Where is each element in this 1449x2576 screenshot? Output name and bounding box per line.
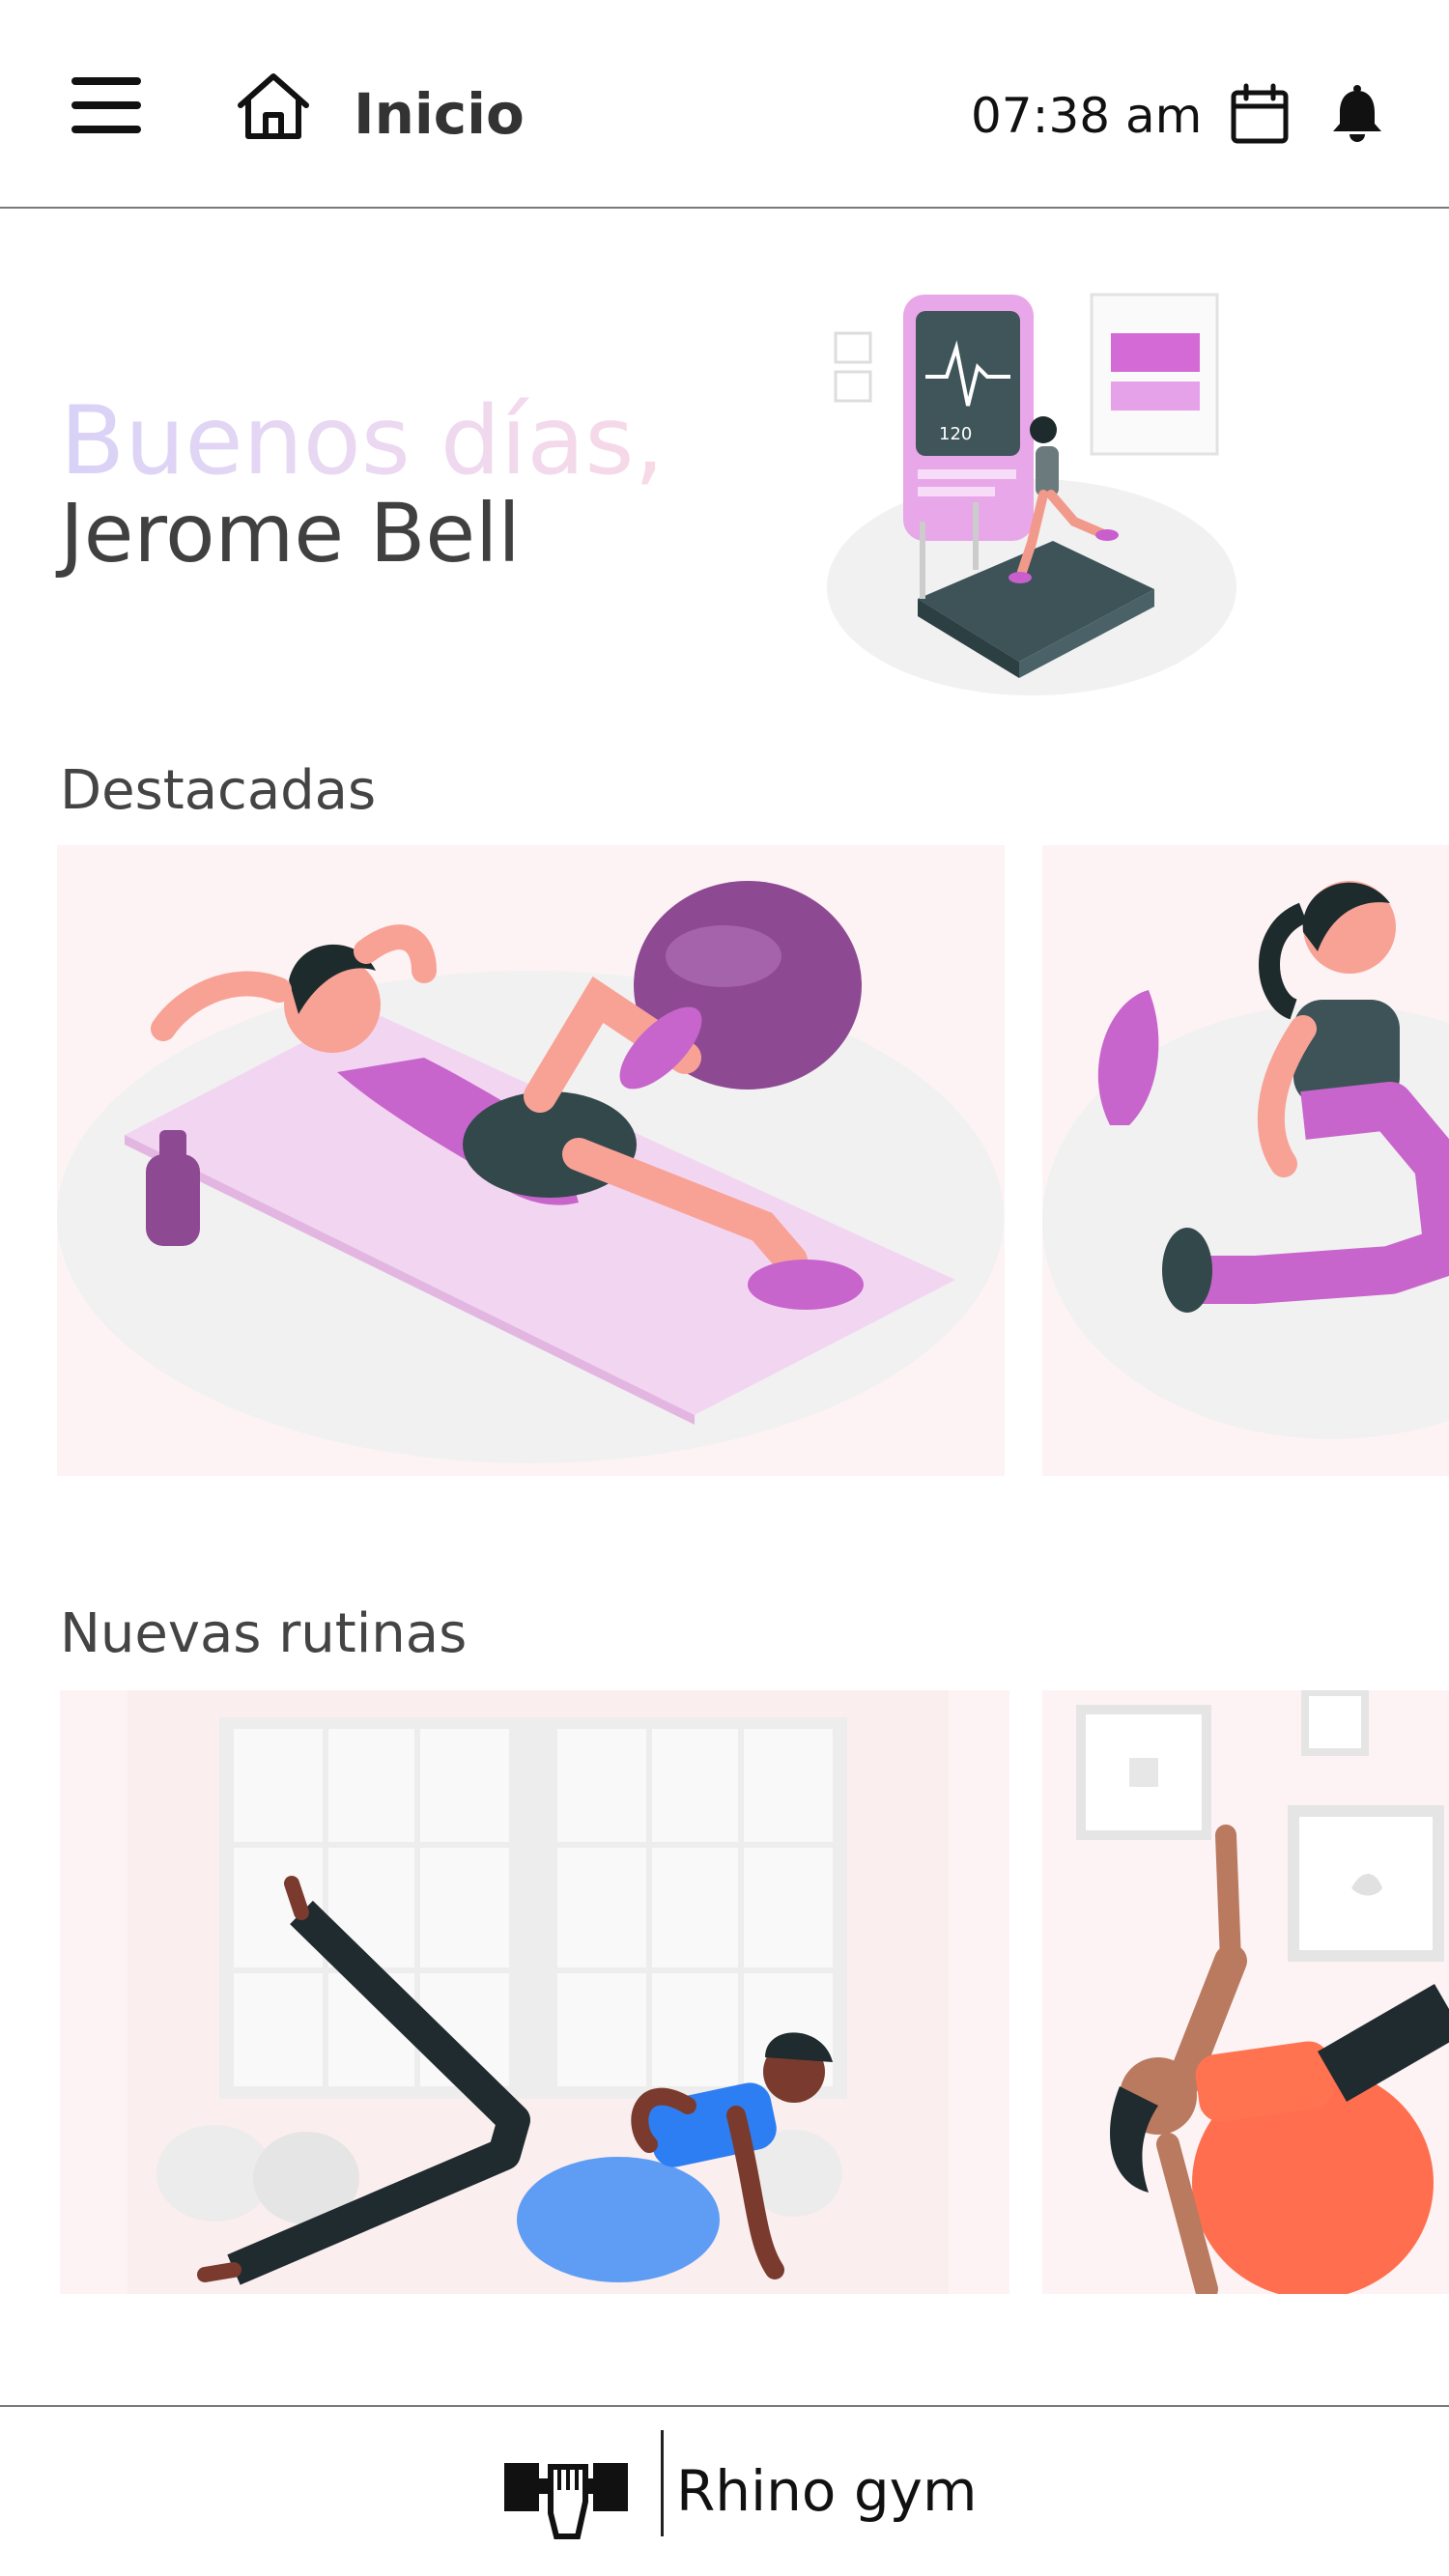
- page-title: Inicio: [354, 81, 525, 147]
- svg-text:120: 120: [939, 424, 972, 444]
- routine-card-ball-stretch[interactable]: [1042, 1690, 1449, 2294]
- routine-card-side-plank[interactable]: [60, 1690, 1009, 2294]
- clock-time: 07:38 am: [971, 88, 1203, 144]
- brand-name: Rhino gym: [676, 2458, 978, 2524]
- treadmill-illustration: 120: [827, 293, 1236, 695]
- featured-card-crunches[interactable]: [57, 845, 1005, 1476]
- menu-button[interactable]: [68, 75, 145, 137]
- featured-card-lunges[interactable]: [1042, 845, 1449, 1476]
- bottom-bar: Rhino gym: [0, 2405, 1449, 2576]
- calendar-icon[interactable]: [1229, 83, 1291, 145]
- top-app-bar: Inicio 07:38 am: [0, 0, 1449, 209]
- logo-divider: [661, 2430, 664, 2536]
- section-title-featured: Destacadas: [60, 759, 377, 822]
- section-title-new-routines: Nuevas rutinas: [60, 1602, 468, 1665]
- lunges-illustration: [1042, 881, 1449, 1439]
- user-name: Jerome Bell: [60, 486, 521, 580]
- bell-icon[interactable]: [1329, 83, 1385, 143]
- ball-stretch-illustration: [1076, 1690, 1449, 2294]
- side-plank-illustration: [128, 1690, 949, 2294]
- home-icon[interactable]: [235, 71, 312, 142]
- crunches-illustration: [57, 881, 1004, 1463]
- greeting-text: Buenos días,: [60, 386, 665, 496]
- gym-fist-logo-icon: [504, 2463, 628, 2539]
